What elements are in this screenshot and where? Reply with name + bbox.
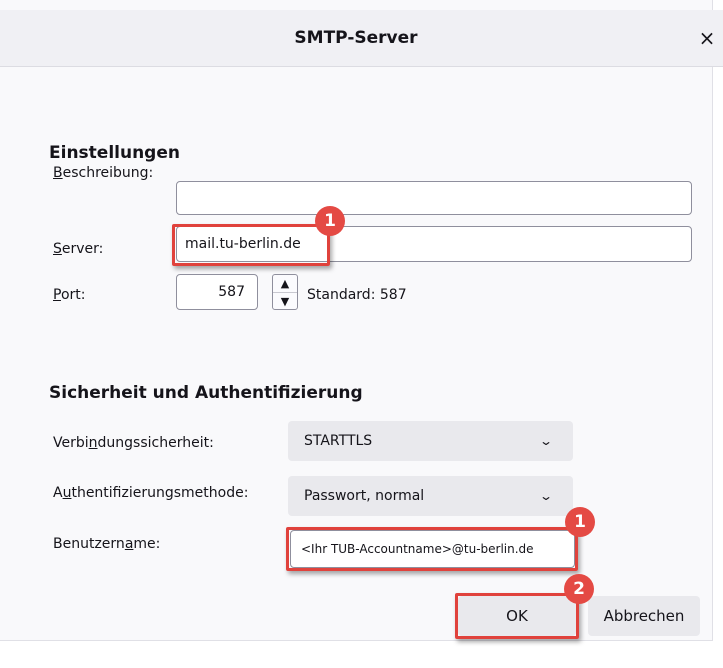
port-default-value: 587 (379, 287, 407, 303)
auth-method-value: Passwort, normal (304, 488, 425, 504)
chevron-down-icon: ⌄ (538, 434, 554, 448)
connection-security-label: Verbindungssicherheit: (53, 435, 214, 451)
close-icon[interactable]: × (696, 28, 718, 50)
dialog-title: SMTP-Server (294, 28, 418, 48)
settings-section-title: Einstellungen (49, 143, 180, 163)
port-input[interactable]: 587 (176, 274, 258, 310)
auth-method-select[interactable]: Passwort, normal ⌄ (288, 476, 573, 516)
port-label: Port: (53, 287, 86, 303)
username-highlight (286, 527, 578, 571)
annotation-badge-username: 1 (565, 507, 595, 537)
server-highlight (172, 224, 330, 266)
port-default-label: Standard: 587 (307, 287, 407, 303)
connection-security-select[interactable]: STARTTLS ⌄ (288, 421, 573, 461)
title-bar: SMTP-Server × (0, 10, 723, 67)
auth-method-label: Authentifizierungsmethode: (53, 485, 249, 501)
connection-security-value: STARTTLS (304, 433, 373, 449)
ok-highlight (455, 593, 579, 639)
description-label: Beschreibung: (53, 165, 154, 181)
annotation-badge-ok: 2 (564, 574, 594, 604)
security-section-title: Sicherheit und Authentifizierung (49, 383, 363, 403)
chevron-down-icon: ⌄ (538, 489, 554, 503)
annotation-badge-server: 1 (315, 206, 345, 236)
port-stepper[interactable]: ▲ ▼ (272, 274, 298, 310)
chevron-up-icon[interactable]: ▲ (273, 275, 297, 293)
chevron-down-icon[interactable]: ▼ (273, 293, 297, 310)
description-input[interactable] (176, 181, 692, 215)
server-label: Server: (53, 241, 104, 257)
username-label: Benutzername: (53, 536, 161, 552)
cancel-button[interactable]: Abbrechen (588, 596, 700, 636)
